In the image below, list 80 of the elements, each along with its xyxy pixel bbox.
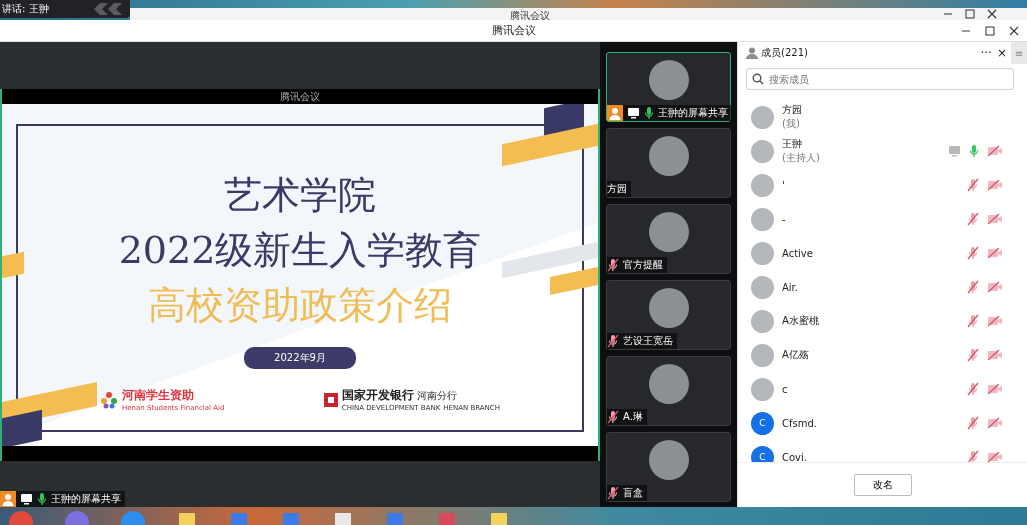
star-logo-icon — [100, 390, 118, 409]
video-tile[interactable]: A.琳 — [606, 356, 731, 426]
avatar-photo — [751, 309, 774, 333]
avatar — [648, 288, 689, 328]
rename-button[interactable]: 改名 — [853, 474, 912, 496]
participant-name: 王翀的屏幕共享 — [658, 106, 728, 120]
avatar: C — [751, 411, 774, 435]
video-tile[interactable]: 王翀的屏幕共享 — [606, 52, 731, 122]
video-tile[interactable]: 盲盒 — [606, 432, 731, 502]
avatar: C — [751, 445, 774, 462]
member-row[interactable]: C Covi. — [738, 440, 1027, 462]
avatar — [648, 364, 689, 404]
avatar-photo — [751, 105, 774, 129]
avatar — [648, 60, 689, 100]
member-name: 方园 — [782, 103, 802, 117]
participant-name: 王翀的屏幕共享 — [51, 492, 121, 506]
participant-name: 官方提醒 — [623, 258, 663, 272]
member-row[interactable]: ' — [738, 168, 1027, 202]
member-name: A水蜜桃 — [782, 314, 819, 328]
member-name: A亿殇 — [782, 348, 809, 362]
member-name: Active — [782, 247, 813, 259]
member-name: - — [782, 213, 786, 225]
participant-name: 方园 — [607, 182, 627, 196]
avatar — [648, 440, 689, 480]
bank-logo-icon — [323, 392, 338, 407]
avatar-photo — [751, 139, 774, 163]
video-tile[interactable]: 艺设王宽岳 — [606, 280, 731, 350]
member-name: Air. — [782, 281, 798, 293]
video-tile[interactable]: 官方提醒 — [606, 204, 731, 274]
close-button[interactable]: × — [995, 46, 1008, 60]
search-field[interactable]: 搜索成员 — [746, 68, 1014, 90]
slide-title: 艺术学院 — [224, 172, 376, 219]
stripe-shape — [550, 266, 598, 296]
avatar-photo — [751, 207, 774, 231]
member-role: (主持人) — [782, 151, 820, 165]
avatar-photo — [751, 275, 774, 299]
member-row[interactable]: 方园 (我) — [738, 100, 1027, 134]
avatar — [648, 212, 689, 252]
logo-branch: 河南分行 — [416, 389, 457, 403]
maximize-icon[interactable] — [985, 25, 995, 36]
video-tile[interactable]: 方园 — [606, 128, 731, 198]
close-icon[interactable] — [1009, 25, 1019, 36]
window-title: 腾讯会议 — [510, 9, 550, 20]
member-row[interactable]: C Cfsmd. — [738, 406, 1027, 440]
avatar — [648, 136, 689, 176]
panel-title: 成员(221) — [761, 46, 808, 60]
participant-name: A.琳 — [623, 410, 643, 424]
member-row[interactable]: c — [738, 372, 1027, 406]
stripe-shape — [2, 251, 24, 279]
app-label: 腾讯会议 — [280, 91, 320, 102]
window-title: 腾讯会议 — [491, 23, 536, 38]
member-row[interactable]: - — [738, 202, 1027, 236]
avatar-photo — [751, 173, 774, 197]
member-row[interactable]: A水蜜桃 — [738, 304, 1027, 338]
member-row[interactable]: A亿殇 — [738, 338, 1027, 372]
member-name: Cfsmd. — [782, 417, 817, 429]
slide-title: 高校资助政策介绍 — [148, 282, 452, 329]
person-icon — [746, 47, 758, 59]
logo-name: 国家开发银行 — [341, 387, 414, 404]
speaker-text: 讲话: 王翀 — [2, 2, 49, 16]
avatar-photo — [751, 343, 774, 367]
member-row[interactable]: Active — [738, 236, 1027, 270]
member-row[interactable]: Air. — [738, 270, 1027, 304]
close-icon[interactable] — [987, 9, 997, 19]
member-role: (我) — [782, 117, 801, 131]
member-name: ' — [782, 179, 785, 191]
date-label: 2022年9月 — [244, 347, 356, 369]
logo-name: 河南学生资助 — [122, 387, 195, 404]
more-button[interactable]: ··· — [979, 46, 993, 60]
participant-name: 艺设王宽岳 — [623, 334, 673, 348]
member-name: c — [782, 383, 788, 395]
slide-title: 2022级新生入学教育 — [118, 227, 482, 274]
avatar-photo — [751, 241, 774, 265]
member-name: 王翀 — [782, 137, 803, 151]
participant-name: 盲盒 — [623, 486, 643, 500]
avatar-photo — [751, 377, 774, 401]
maximize-icon[interactable] — [965, 9, 975, 19]
search-icon — [752, 73, 764, 85]
member-name: Covi. — [782, 451, 807, 462]
member-row[interactable]: 王翀 (主持人) — [738, 134, 1027, 168]
